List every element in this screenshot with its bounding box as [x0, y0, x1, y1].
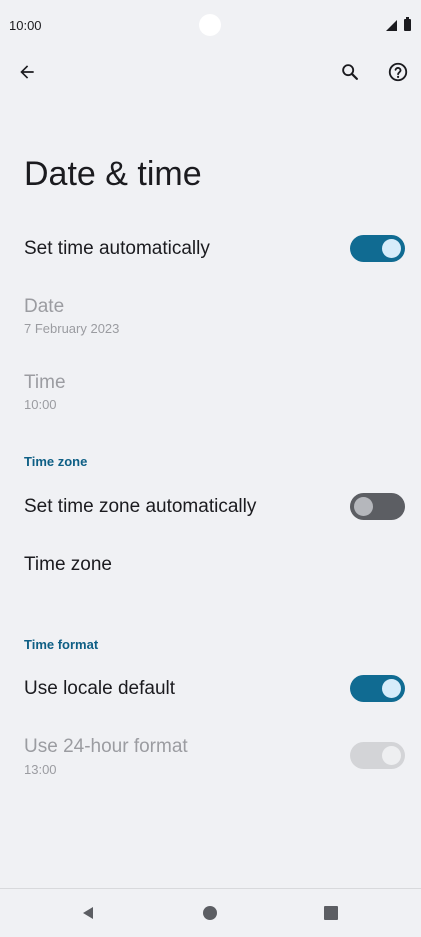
nav-back-button[interactable] — [64, 889, 112, 937]
date-label: Date — [24, 296, 65, 317]
date-value: 7 February 2023 — [24, 321, 120, 336]
set-time-automatically-label: Set time automatically — [24, 238, 210, 259]
signal-icon — [386, 20, 397, 31]
use-locale-default-label: Use locale default — [24, 678, 176, 699]
use-24-hour-format-value: 13:00 — [24, 762, 57, 777]
time-row: Time 10:00 — [0, 364, 421, 424]
use-24-hour-format-row: Use 24-hour format 13:00 — [0, 728, 421, 788]
status-time: 10:00 — [9, 18, 42, 33]
toggle-knob — [382, 239, 401, 258]
use-locale-default-toggle[interactable] — [350, 675, 405, 702]
square-recents-icon — [324, 906, 338, 920]
help-icon — [388, 62, 408, 82]
use-24-hour-format-label: Use 24-hour format — [24, 736, 188, 757]
search-icon — [342, 64, 358, 80]
back-button[interactable] — [13, 58, 41, 86]
nav-home-button[interactable] — [186, 889, 234, 937]
toggle-knob — [382, 746, 401, 765]
time-zone-section-header: Time zone — [24, 454, 88, 469]
set-time-automatically-row[interactable]: Set time automatically — [0, 222, 421, 276]
arrow-back-icon — [20, 65, 34, 79]
battery-icon — [404, 17, 411, 31]
search-button[interactable] — [336, 58, 364, 86]
set-time-zone-automatically-toggle[interactable] — [350, 493, 405, 520]
time-format-section-header: Time format — [24, 637, 99, 652]
set-time-automatically-toggle[interactable] — [350, 235, 405, 262]
set-time-zone-automatically-label: Set time zone automatically — [24, 496, 257, 517]
triangle-back-icon — [83, 907, 93, 919]
circle-home-icon — [203, 906, 217, 920]
time-value: 10:00 — [24, 397, 57, 412]
help-button[interactable] — [384, 58, 412, 86]
status-bar: 10:00 — [0, 0, 421, 52]
nav-recents-button[interactable] — [307, 889, 355, 937]
time-label: Time — [24, 372, 66, 393]
toggle-knob — [354, 497, 373, 516]
date-row: Date 7 February 2023 — [0, 288, 421, 348]
toggle-knob — [382, 679, 401, 698]
navigation-bar — [0, 888, 421, 937]
use-24-hour-format-toggle — [350, 742, 405, 769]
use-locale-default-row[interactable]: Use locale default — [0, 662, 421, 716]
time-zone-label: Time zone — [24, 554, 112, 575]
camera-cutout — [199, 14, 221, 36]
set-time-zone-automatically-row[interactable]: Set time zone automatically — [0, 480, 421, 534]
page-title: Date & time — [24, 155, 202, 193]
time-zone-row[interactable]: Time zone — [0, 540, 421, 594]
